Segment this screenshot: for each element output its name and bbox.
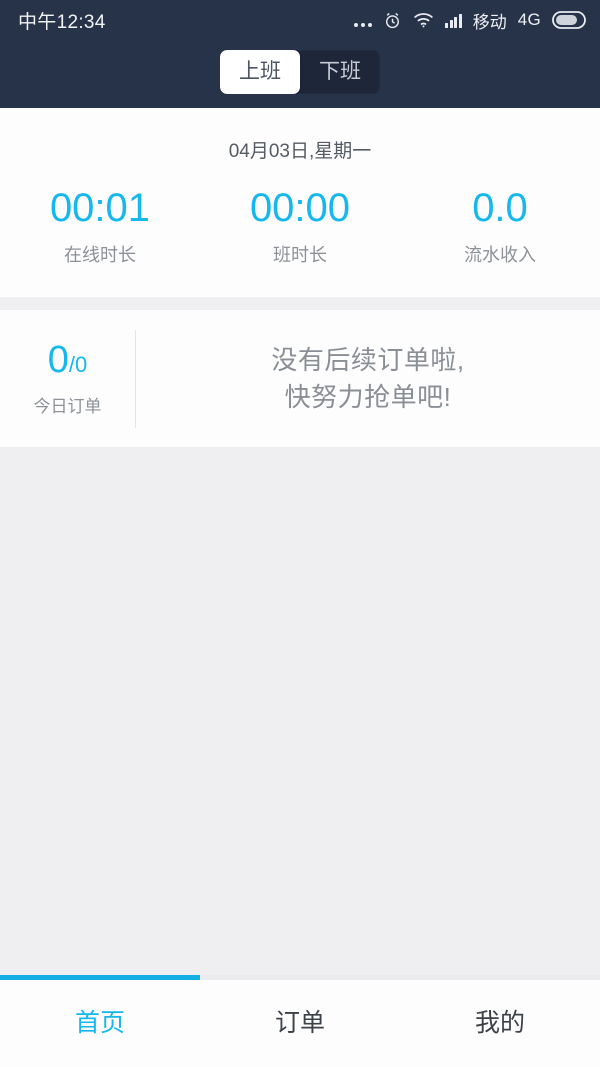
tab-orders[interactable]: 订单: [200, 1003, 400, 1039]
stat-label: 流水收入: [464, 245, 536, 265]
tab-profile[interactable]: 我的: [400, 1003, 600, 1039]
stat-value: 00:00: [249, 186, 351, 230]
toggle-off-duty[interactable]: 下班: [300, 50, 380, 94]
orders-empty-line-2: 快努力抢单吧!: [284, 381, 452, 412]
today-orders-label: 今日订单: [33, 396, 102, 416]
orders-empty-message: 没有后续订单啦, 快努力抢单吧!: [136, 342, 600, 416]
today-orders-block: 0 /0 今日订单: [0, 341, 135, 417]
more-dots-icon: [354, 13, 373, 27]
carrier-label: 移动: [472, 12, 507, 32]
battery-icon: [552, 11, 586, 29]
stat-value: 0.0: [472, 186, 528, 230]
wifi-icon: [413, 12, 434, 28]
app-screen: 中午12:34 移动 4G 上班 下班 04月03日,星期一 00:01 在线时…: [0, 0, 600, 1067]
orders-card[interactable]: 0 /0 今日订单 没有后续订单啦, 快努力抢单吧!: [0, 310, 600, 447]
tab-home[interactable]: 首页: [0, 1003, 200, 1039]
bottom-tab-bar: 首页 订单 我的: [0, 975, 600, 1067]
status-bar: 中午12:34 移动 4G: [0, 0, 600, 40]
stats-row: 00:01 在线时长 00:00 班时长 0.0 流水收入: [0, 187, 600, 267]
orders-count-sub: /0: [68, 351, 88, 377]
today-orders-count: 0 /0: [48, 341, 88, 379]
stats-card: 04月03日,星期一 00:01 在线时长 00:00 班时长 0.0 流水收入: [0, 108, 600, 297]
network-type-label: 4G: [517, 10, 541, 29]
tab-active-indicator: [0, 975, 200, 980]
stat-label: 班时长: [273, 245, 327, 265]
orders-count-main: 0: [47, 338, 69, 381]
status-bar-time: 中午12:34: [18, 11, 106, 33]
stat-revenue: 0.0 流水收入: [400, 187, 600, 267]
app-header: 中午12:34 移动 4G 上班 下班: [0, 0, 600, 108]
tab-list: 首页 订单 我的: [0, 975, 600, 1067]
toggle-on-duty[interactable]: 上班: [220, 50, 300, 94]
orders-empty-line-1: 没有后续订单啦,: [271, 344, 465, 375]
alarm-clock-icon: [383, 11, 402, 30]
stat-shift-duration: 00:00 班时长: [200, 187, 400, 267]
stat-online-duration: 00:01 在线时长: [0, 187, 200, 267]
duty-toggle-group: 上班 下班: [220, 50, 380, 94]
content-empty-area: [0, 447, 600, 975]
signal-bars-icon: [445, 13, 462, 28]
duty-toggle: 上班 下班: [0, 50, 600, 94]
section-gap: [0, 297, 600, 310]
status-bar-icons: 移动 4G: [354, 8, 586, 33]
stat-label: 在线时长: [64, 245, 136, 265]
current-date-label: 04月03日,星期一: [228, 141, 372, 162]
stat-value: 00:01: [49, 186, 151, 230]
